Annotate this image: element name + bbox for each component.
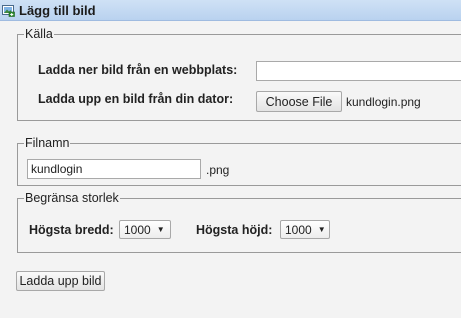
dropdown-arrow-icon: ▼ xyxy=(156,225,165,234)
dialog-titlebar: Lägg till bild xyxy=(0,0,461,21)
filename-extension: .png xyxy=(206,163,230,177)
chosen-file-name: kundlogin.png xyxy=(346,95,421,109)
image-icon xyxy=(1,3,15,17)
upload-file-label: Ladda upp en bild från din dator: xyxy=(38,92,234,106)
upload-image-button[interactable]: Ladda upp bild xyxy=(16,271,105,291)
dropdown-arrow-icon: ▼ xyxy=(317,225,326,234)
filename-legend: Filnamn xyxy=(25,136,70,150)
choose-file-button[interactable]: Choose File xyxy=(256,91,342,112)
max-height-label: Högsta höjd: xyxy=(196,223,273,237)
source-legend: Källa xyxy=(25,27,53,41)
download-url-label: Ladda ner bild från en webbplats: xyxy=(38,63,238,77)
max-width-value: 1000 xyxy=(124,222,151,237)
filename-input[interactable] xyxy=(27,159,201,179)
max-width-select[interactable]: 1000 ▼ xyxy=(119,220,171,239)
dialog-title: Lägg till bild xyxy=(19,2,96,18)
max-width-label: Högsta bredd: xyxy=(29,223,114,237)
max-height-select[interactable]: 1000 ▼ xyxy=(280,220,330,239)
max-height-value: 1000 xyxy=(285,222,312,237)
size-limit-legend: Begränsa storlek xyxy=(25,191,119,205)
url-input[interactable] xyxy=(256,61,461,81)
size-limit-fieldset: Begränsa storlek xyxy=(17,191,461,253)
